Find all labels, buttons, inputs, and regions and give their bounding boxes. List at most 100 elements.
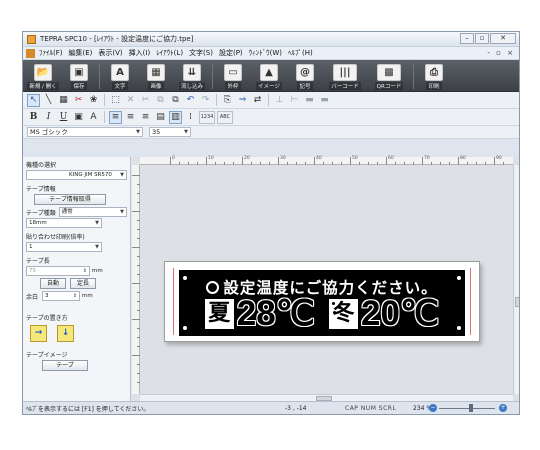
line-tool-icon[interactable]: ╲ (42, 94, 55, 107)
select-all-icon[interactable]: ⬚ (109, 94, 122, 107)
ruler-number: 0 (172, 156, 175, 161)
underline-icon[interactable]: U (57, 111, 70, 124)
ruler-tick (269, 162, 270, 165)
delete-icon[interactable]: ✕ (124, 94, 137, 107)
tape-preview[interactable]: 設定温度にご協力ください。 夏 28℃ 冬 20℃ (164, 261, 480, 342)
align-right-text-icon[interactable]: ≡ (139, 111, 152, 124)
auto-length-button[interactable]: 自動 (40, 278, 66, 289)
barcode-button[interactable]: ||| バーコード (325, 61, 365, 91)
chevron-down-icon: ▼ (95, 220, 99, 226)
ribbon-separator (99, 63, 100, 89)
zoom-in-button[interactable]: + (499, 404, 507, 412)
fixed-length-button[interactable]: 定長 (70, 278, 96, 289)
ruler-tick (132, 319, 140, 320)
save-button[interactable]: ▣ 保存 (63, 61, 95, 91)
text-icon: A (111, 64, 129, 81)
copy-icon[interactable]: ⧉ (154, 94, 167, 107)
font-size-select[interactable]: 35 ▼ (149, 127, 191, 137)
text-button[interactable]: A 文字 (104, 61, 136, 91)
italic-icon[interactable]: I (42, 111, 55, 124)
inverse-icon[interactable]: ▣ (72, 111, 85, 124)
redo-icon[interactable]: ↷ (199, 94, 212, 107)
close-button[interactable]: ✕ (490, 33, 516, 44)
tape-type-select[interactable]: 通常 ▼ (58, 207, 127, 217)
menu-edit[interactable]: 編集(E) (69, 48, 93, 58)
print-count-select[interactable]: 1 ▼ (26, 242, 102, 252)
snow-speck (332, 302, 335, 305)
ruler-tick (137, 373, 140, 374)
bold-icon[interactable]: B (27, 111, 40, 124)
numbering-icon[interactable]: 1234 (199, 110, 215, 124)
ruler-tick (305, 162, 306, 165)
layout-canvas[interactable]: 0 10 20 30 40 50 60 70 80 90 設定温度にご協力ください。 夏 (132, 156, 519, 402)
merge-button[interactable]: ⇊ 流し込み (176, 61, 208, 91)
image-button[interactable]: ▦ 画像 (140, 61, 172, 91)
paste-icon[interactable]: ⧉ (169, 94, 182, 107)
margin-unit: mm (82, 293, 93, 299)
vertical-arrow-icon[interactable]: ↓ (57, 325, 74, 342)
document-icon[interactable] (26, 48, 35, 58)
menu-view[interactable]: 表示(V) (98, 48, 122, 58)
ruler-tick (404, 162, 405, 165)
frame-button[interactable]: ▭ 外枠 (217, 61, 249, 91)
swap-icon[interactable]: ⇄ (251, 94, 264, 107)
distribute-v-icon[interactable]: ▬ (318, 94, 331, 107)
ruler-tick (215, 162, 216, 165)
menu-layout[interactable]: ﾚｲｱｳﾄ(L) (156, 48, 183, 58)
winter-seal: 冬 (329, 299, 358, 329)
menu-insert[interactable]: 挿入(I) (129, 48, 151, 58)
menu-text[interactable]: 文字(S) (189, 48, 213, 58)
menu-window[interactable]: ｳｨﾝﾄﾞｳ(W) (249, 48, 282, 58)
mdi-controls[interactable]: - ▫ × (487, 49, 515, 57)
alphabet-icon[interactable]: ABC (217, 110, 233, 124)
zoom-slider-track[interactable] (439, 408, 495, 409)
distribute-h-icon[interactable]: ▬ (303, 94, 316, 107)
label-design[interactable]: 設定温度にご協力ください。 夏 28℃ 冬 20℃ (179, 270, 465, 336)
duplicate-icon[interactable]: ⎘ (221, 94, 234, 107)
ribbon-decor-icon[interactable]: ✂ (72, 94, 85, 107)
app-icon (27, 34, 36, 44)
tape-image-button[interactable]: テープ (42, 360, 88, 371)
ruler-tick (137, 184, 140, 185)
font-name-select[interactable]: MS ゴシック ▼ (27, 127, 143, 137)
ruler-number: 70 (424, 156, 430, 161)
get-tape-info-button[interactable]: テープ情報取得 (34, 194, 106, 205)
align-left-text-icon[interactable]: ≡ (109, 110, 122, 124)
undo-icon[interactable]: ↶ (184, 94, 197, 107)
vertical-scroll-thumb[interactable] (515, 297, 519, 307)
menu-help[interactable]: ﾍﾙﾌﾟ(H) (288, 48, 313, 58)
print-button[interactable]: ⎙ 印刷 (418, 61, 450, 91)
minimize-button[interactable]: – (460, 33, 474, 44)
illustration-icon[interactable]: ❀ (87, 94, 100, 107)
vertical-scrollbar[interactable] (513, 165, 519, 394)
vertical-fit-icon[interactable]: ▥ (169, 110, 182, 124)
horizontal-arrow-icon[interactable]: → (30, 325, 47, 342)
table-tool-icon[interactable]: ▦ (57, 94, 70, 107)
label-temperature-row: 夏 28℃ 冬 20℃ (179, 296, 465, 331)
arrange-icon[interactable]: ⇒ (236, 94, 249, 107)
tape-width-select[interactable]: 18mm ▼ (26, 218, 102, 228)
symbol-button[interactable]: @ 記号 (289, 61, 321, 91)
ruler-tick (476, 162, 477, 165)
picture-button[interactable]: ▲ イメージ (253, 61, 285, 91)
open-button[interactable]: 📂 新規 / 開く (27, 61, 59, 91)
select-pointer-icon[interactable]: ↖ (27, 93, 40, 107)
margin-input[interactable]: 3 ⇕ (42, 291, 81, 301)
tape-length-input[interactable]: 75 ⇕ (26, 266, 90, 276)
maximize-button[interactable]: ▫ (475, 33, 489, 44)
qrcode-button[interactable]: ▩ QRコード (369, 61, 409, 91)
ruler-tick (251, 162, 252, 165)
zoom-out-button[interactable]: − (429, 404, 437, 412)
zoom-slider-knob[interactable] (469, 404, 473, 412)
align-center-text-icon[interactable]: ≡ (124, 111, 137, 124)
ruler-tick (431, 162, 432, 165)
align-bottom-icon[interactable]: ⊥ (273, 94, 286, 107)
menu-file[interactable]: ﾌｧｲﾙ(F) (39, 48, 63, 58)
vertical-text-icon[interactable]: ⁞ (184, 111, 197, 124)
model-select[interactable]: KING JIM SR570 ▼ (26, 170, 127, 180)
text-frame-icon[interactable]: ▤ (154, 111, 167, 124)
font-color-icon[interactable]: A (87, 111, 100, 124)
cut-icon[interactable]: ✂ (139, 94, 152, 107)
align-left-icon[interactable]: ⊢ (288, 94, 301, 107)
menu-settings[interactable]: 設定(P) (219, 48, 243, 58)
